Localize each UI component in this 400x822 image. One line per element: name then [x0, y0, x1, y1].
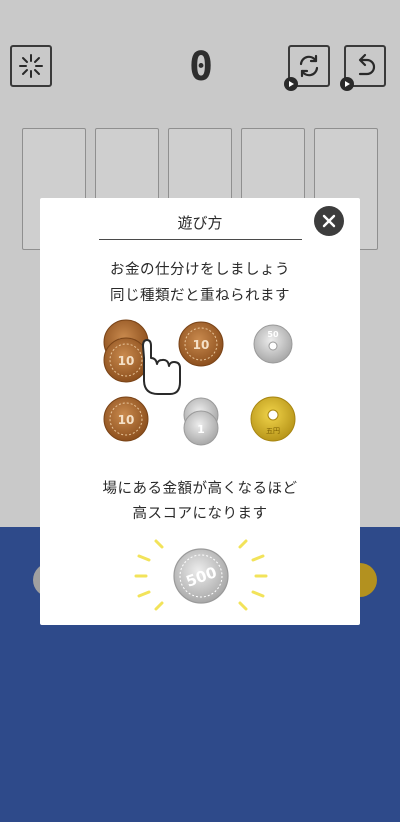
sparkle-icon [19, 54, 43, 78]
ten-yen-coin: 10 [103, 396, 149, 442]
how-to-play-modal: 遊び方 お金の仕分けをしましょう 同じ種類だと重ねられます 10 10 50 1… [40, 198, 360, 625]
instruction-line-3: 場にある金額が高くなるほど [102, 481, 298, 497]
coin-label: 五円 [266, 427, 280, 435]
instruction-line-4: 高スコアになります [132, 506, 268, 522]
undo-button[interactable] [340, 45, 386, 91]
ten-yen-coin: 10 [178, 321, 224, 367]
score-counter: 0 [188, 44, 213, 90]
hint-button[interactable] [10, 45, 52, 87]
shuffle-button[interactable] [284, 45, 330, 91]
stacked-ten-yen-coins: 10 10 [103, 319, 149, 383]
coin-label: 10 [118, 413, 135, 427]
pointing-hand-icon [142, 339, 181, 395]
coin-label: 10 [118, 354, 135, 368]
play-ad-icon [284, 77, 298, 91]
stacked-one-yen-coins: 1 [183, 397, 219, 446]
coin-label: 1 [197, 423, 205, 436]
five-yen-coin: 五円 [250, 396, 296, 442]
coin-label: 10 [193, 338, 210, 352]
shuffle-icon [299, 54, 319, 78]
coin-label: 50 [267, 330, 279, 339]
fifty-yen-coin: 50 [253, 324, 293, 364]
instruction-illustration: 10 10 10 50 10 1 [103, 319, 296, 611]
play-ad-icon [340, 77, 354, 91]
undo-icon [358, 53, 376, 76]
five-hundred-yen-coin: 500 [173, 548, 229, 604]
top-bar: 0 [0, 0, 400, 120]
